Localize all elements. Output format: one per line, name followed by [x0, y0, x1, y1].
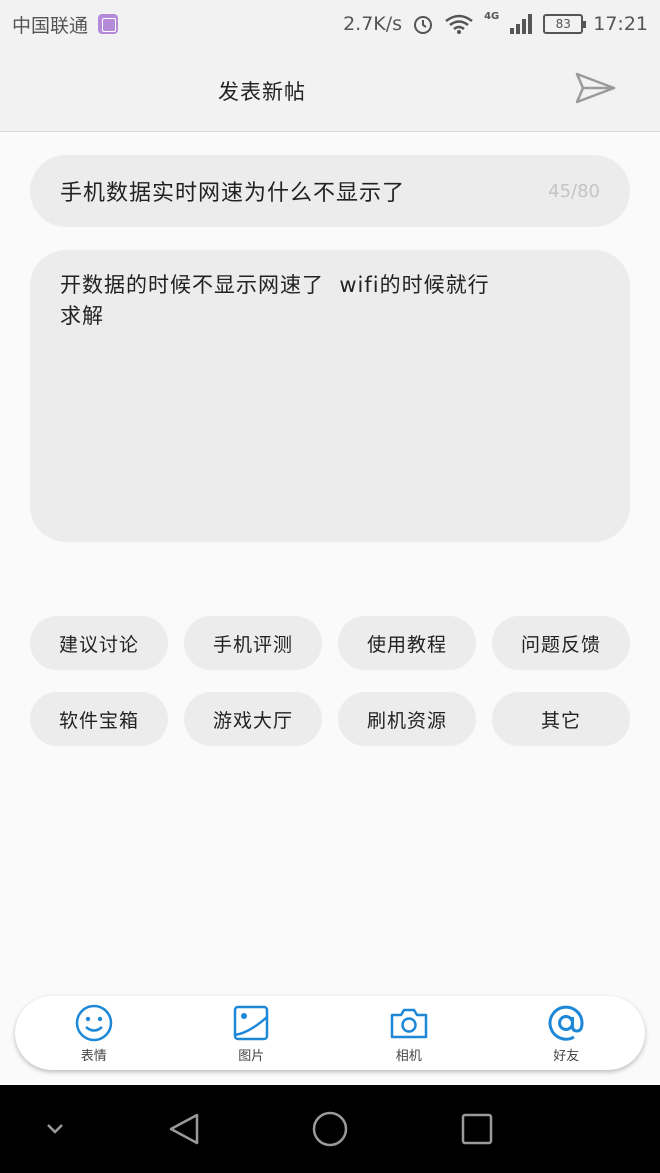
- tag-suggestion[interactable]: 建议讨论: [30, 616, 168, 670]
- title-char-count: 45/80: [548, 180, 600, 202]
- send-button[interactable]: [574, 70, 618, 106]
- chevron-down-icon: [47, 1124, 63, 1134]
- image-label: 图片: [238, 1048, 265, 1064]
- tag-software[interactable]: 软件宝箱: [30, 692, 168, 746]
- status-bar: 中国联通 2.7K/s 4G 83 17:21: [0, 0, 660, 48]
- post-title-text: 手机数据实时网速为什么不显示了: [60, 181, 406, 206]
- hide-keyboard-button[interactable]: [42, 1119, 68, 1143]
- tag-phone-review[interactable]: 手机评测: [184, 616, 322, 670]
- back-button[interactable]: [166, 1111, 202, 1151]
- emoji-icon: [75, 1004, 112, 1041]
- network-speed: 2.7K/s: [343, 13, 403, 35]
- at-icon: [548, 1005, 584, 1041]
- page-title: 发表新帖: [218, 80, 306, 104]
- home-button[interactable]: [311, 1110, 349, 1152]
- carrier-label: 中国联通: [12, 14, 89, 37]
- friends-label: 好友: [553, 1048, 580, 1064]
- signal-icon: [510, 14, 533, 34]
- app-header: 发表新帖: [0, 48, 660, 132]
- image-button[interactable]: 图片: [201, 1003, 301, 1064]
- image-icon: [234, 1005, 269, 1040]
- tag-feedback[interactable]: 问题反馈: [492, 616, 630, 670]
- send-icon: [575, 72, 616, 104]
- home-circle-icon: [312, 1111, 348, 1147]
- alarm-icon: [414, 16, 433, 34]
- emoji-button[interactable]: 表情: [44, 1003, 144, 1064]
- gallery-notification-icon: [98, 14, 119, 34]
- recents-button[interactable]: [459, 1111, 495, 1151]
- tag-tutorial[interactable]: 使用教程: [338, 616, 476, 670]
- system-nav-bar: [0, 1085, 660, 1173]
- post-title-input[interactable]: 手机数据实时网速为什么不显示了 45/80: [30, 155, 630, 227]
- back-triangle-icon: [169, 1113, 199, 1145]
- camera-label: 相机: [395, 1048, 422, 1064]
- post-body-input[interactable]: 开数据的时候不显示网速了 wifi的时候就行 求解: [30, 250, 630, 542]
- battery-icon: 83: [543, 14, 587, 34]
- tag-other[interactable]: 其它: [492, 692, 630, 746]
- mention-friend-button[interactable]: 好友: [516, 1003, 616, 1064]
- wifi-icon: [445, 14, 473, 34]
- tag-games[interactable]: 游戏大厅: [184, 692, 322, 746]
- camera-icon: [390, 1008, 427, 1038]
- camera-button[interactable]: 相机: [359, 1003, 459, 1064]
- clock: 17:21: [593, 13, 648, 35]
- battery-level: 83: [555, 17, 571, 31]
- emoji-label: 表情: [80, 1048, 107, 1064]
- category-tags: 建议讨论 手机评测 使用教程 问题反馈 软件宝箱 游戏大厅 刷机资源 其它: [30, 616, 630, 746]
- network-type: 4G: [484, 10, 500, 22]
- recents-square-icon: [461, 1113, 493, 1145]
- compose-toolbar: 表情 图片 相机 好友: [15, 996, 645, 1070]
- tag-rom-resources[interactable]: 刷机资源: [338, 692, 476, 746]
